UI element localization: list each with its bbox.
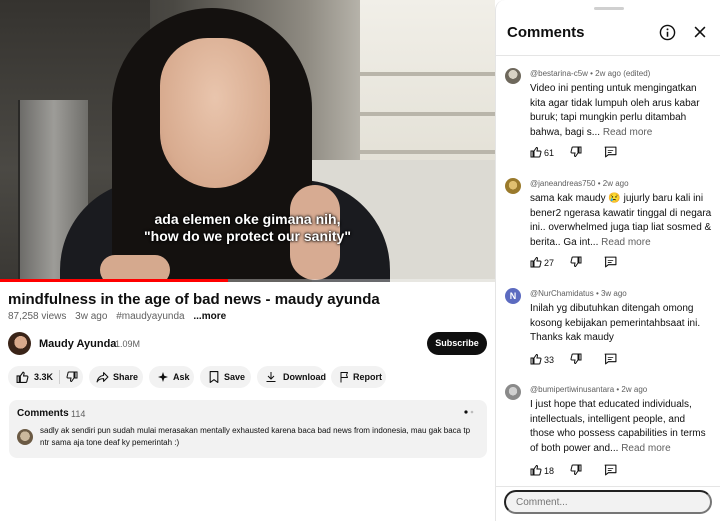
comment-author[interactable]: @NurChamidatus <box>530 289 594 298</box>
comment-author[interactable]: @bumipertiwinusantara <box>530 385 614 394</box>
video-person-hand <box>100 255 170 282</box>
video-meta: 87,258 views 3w ago #maudyayunda ...more <box>8 311 232 322</box>
video-player[interactable]: ada elemen oke gimana nih, "how do we pr… <box>0 0 495 282</box>
comment-header: @bestarina-c5w • 2w ago (edited) <box>530 69 650 78</box>
video-bg-shelf <box>360 0 495 160</box>
comment-body: I just hope that educated individuals, i… <box>530 399 706 454</box>
drag-handle[interactable] <box>594 7 624 10</box>
close-icon[interactable] <box>693 25 707 39</box>
reply-icon[interactable] <box>604 146 617 158</box>
bookmark-icon <box>209 371 219 383</box>
report-label: Report <box>353 372 382 382</box>
thumbs-down-icon[interactable] <box>66 371 78 383</box>
panel-footer-divider <box>496 486 720 487</box>
subscribe-button[interactable]: Subscribe <box>427 332 487 355</box>
video-person-face <box>160 38 270 188</box>
comment-meta: • 3w ago <box>595 289 627 298</box>
thumbs-up-icon[interactable] <box>530 256 542 268</box>
download-button[interactable]: Download <box>257 366 326 388</box>
reply-icon[interactable] <box>604 353 617 365</box>
commenter-avatar[interactable]: N <box>505 288 521 304</box>
panel-divider <box>496 55 720 56</box>
thumbs-down-icon[interactable] <box>570 353 582 365</box>
channel-name[interactable]: Maudy Ayunda <box>39 338 116 350</box>
channel-avatar[interactable] <box>8 332 31 355</box>
comments-preview-header: Comments <box>17 408 69 419</box>
read-more-link[interactable]: Read more <box>601 237 650 248</box>
comment-header: @janeandreas750 • 2w ago <box>530 179 629 188</box>
thumbs-up-icon[interactable] <box>530 353 542 365</box>
comments-panel: Comments @bestarina-c5w • 2w ago (edited… <box>495 0 720 521</box>
comment-meta: • 2w ago (edited) <box>590 69 651 78</box>
sparkle-icon <box>158 372 168 382</box>
comment-meta: • 2w ago <box>597 179 629 188</box>
thumbs-down-icon[interactable] <box>570 464 582 476</box>
save-label: Save <box>224 372 246 382</box>
comments-preview-text: sadly ak sendiri pun sudah mulai merasak… <box>40 426 471 447</box>
comments-preview[interactable]: Comments 114 sadly ak sendiri pun sudah … <box>9 400 487 458</box>
comment-text: sama kak maudy 😢 jujurly baru kali ini b… <box>530 192 712 250</box>
comment-input[interactable] <box>504 490 712 514</box>
share-label: Share <box>113 372 139 382</box>
commenter-avatar[interactable] <box>505 68 521 84</box>
comment-like-count: 27 <box>544 258 555 268</box>
hashtag-link[interactable]: #maudyayunda <box>116 311 184 322</box>
share-icon <box>96 372 109 383</box>
download-icon <box>266 372 276 382</box>
comment-meta: • 2w ago <box>616 385 648 394</box>
comment-text: Inilah yg dibutuhkan ditengah omong koso… <box>530 302 712 346</box>
read-more-link[interactable]: Read more <box>621 443 670 454</box>
reply-icon[interactable] <box>604 464 617 476</box>
report-button[interactable]: Report <box>331 366 386 388</box>
thumbs-up-icon[interactable] <box>530 464 542 476</box>
comment-header: @bumipertiwinusantara • 2w ago <box>530 385 647 394</box>
video-caption-line: "how do we protect our sanity" <box>144 228 351 244</box>
comment-text: I just hope that educated individuals, i… <box>530 398 712 456</box>
flag-icon <box>340 372 348 383</box>
ask-label: Ask <box>173 372 190 382</box>
view-count: 87,258 views <box>8 311 67 322</box>
video-progress-bar[interactable] <box>0 279 495 282</box>
comment-like-count: 61 <box>544 148 555 158</box>
video-progress-fill <box>0 279 228 282</box>
comment-like-count: 18 <box>544 466 555 476</box>
download-label: Download <box>283 372 326 382</box>
upload-age: 3w ago <box>75 311 108 322</box>
like-count[interactable]: 3.3K <box>34 372 53 382</box>
channel-row: Maudy Ayunda 1.09M Subscribe <box>8 332 488 356</box>
thumbs-up-icon[interactable] <box>16 371 29 383</box>
like-dislike-pill: 3.3K <box>8 366 83 388</box>
reply-icon[interactable] <box>604 256 617 268</box>
save-button[interactable]: Save <box>200 366 251 388</box>
comment-text: Video ini penting untuk mengingatkan kit… <box>530 82 712 140</box>
panel-title: Comments <box>507 24 585 41</box>
subscriber-count: 1.09M <box>115 339 141 349</box>
comment-author[interactable]: @bestarina-c5w <box>530 69 588 78</box>
video-caption-line: ada elemen oke gimana nih, <box>154 211 341 227</box>
description-more-link[interactable]: ...more <box>193 311 226 322</box>
commenter-avatar[interactable] <box>505 384 521 400</box>
comment-author[interactable]: @janeandreas750 <box>530 179 596 188</box>
comment-header: @NurChamidatus • 3w ago <box>530 289 627 298</box>
info-icon[interactable] <box>659 24 676 41</box>
thumbs-up-icon[interactable] <box>530 146 542 158</box>
comment-body: Inilah yg dibutuhkan ditengah omong koso… <box>530 303 701 343</box>
commenter-avatar[interactable] <box>505 178 521 194</box>
comments-preview-count: 114 <box>71 409 86 419</box>
thumbs-down-icon[interactable] <box>570 256 582 268</box>
commenter-avatar <box>17 429 33 445</box>
share-button[interactable]: Share <box>89 366 143 388</box>
ask-button[interactable]: Ask <box>149 366 194 388</box>
avatar-letter: N <box>509 291 517 301</box>
like-divider <box>59 370 60 384</box>
more-dots-icon <box>464 410 474 414</box>
read-more-link[interactable]: Read more <box>603 127 652 138</box>
thumbs-down-icon[interactable] <box>570 146 582 158</box>
video-title: mindfulness in the age of bad news - mau… <box>8 291 380 308</box>
comment-like-count: 33 <box>544 355 555 365</box>
